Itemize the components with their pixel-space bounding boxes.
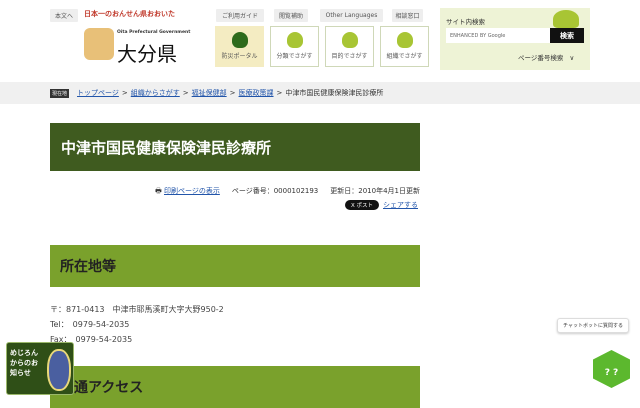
tile-by-organization[interactable]: 組織でさがす [380, 26, 429, 67]
tile-by-purpose[interactable]: 目的でさがす [325, 26, 374, 67]
breadcrumb: 現在地 トップページ > 組織からさがす > 福祉保健部 > 医療政策課 > 中津市国民… [0, 82, 640, 104]
accessibility-link[interactable]: 閲覧補助 [274, 9, 308, 22]
breadcrumb-medical-policy[interactable]: 医療政策課 [239, 88, 274, 98]
section-heading-access: 交通アクセス [50, 366, 420, 408]
mascot-icon [231, 32, 248, 48]
breadcrumb-sep: > [121, 89, 128, 97]
mascot-icon [341, 32, 358, 48]
tel: Tel： 0979-54-2035 [50, 320, 130, 329]
breadcrumb-sep: > [182, 89, 189, 97]
chatbot-icon: ? ? [604, 368, 619, 378]
share-bar: X ポスト シェアする [344, 200, 418, 210]
chatbot-button[interactable]: ? ? [593, 350, 630, 388]
mascot-icon [553, 10, 579, 28]
search-title: サイト内検索 [446, 18, 485, 26]
skip-to-content-link[interactable]: 本文へ [50, 9, 78, 22]
languages-link[interactable]: Other Languages [320, 9, 383, 22]
tile-label: 分類でさがす [276, 53, 313, 60]
tile-disaster-portal[interactable]: 防災ポータル [215, 26, 264, 67]
logo-mascot-icon [84, 28, 114, 60]
mejiron-news-widget[interactable]: めじろんからのお知らせ [6, 342, 74, 395]
mascot-icon [396, 32, 413, 48]
tile-label: 目的でさがす [331, 53, 368, 60]
chevron-down-icon: ∨ [569, 54, 575, 62]
page-number: ページ番号：0000102193 [231, 187, 319, 195]
mascot-icon [286, 32, 303, 48]
tile-by-category[interactable]: 分類でさがす [270, 26, 319, 67]
page-meta: 🖶 印刷ページの表示 ページ番号：0000102193 更新日：2010年4月1… [155, 186, 420, 198]
print-link[interactable]: 印刷ページの表示 [164, 187, 220, 195]
breadcrumb-top[interactable]: トップページ [77, 88, 119, 98]
tile-label: 防災ポータル [221, 53, 258, 60]
page-number-search-toggle[interactable]: ページ番号検索 ∨ [518, 52, 574, 62]
page-number-search-label: ページ番号検索 [518, 54, 564, 62]
section-heading-location: 所在地等 [50, 245, 420, 287]
logo-en: Oita Prefectural Government [117, 30, 191, 35]
chatbot-tooltip: チャットボットに質問する [557, 318, 629, 333]
breadcrumb-organization[interactable]: 組織からさがす [131, 88, 180, 98]
site-search-panel: サイト内検索 ENHANCED BY Google 検索 ページ番号検索 ∨ [440, 8, 590, 70]
breadcrumb-sep: > [229, 89, 236, 97]
slogan: 日本一のおんせん県おおいた [84, 10, 175, 18]
search-button[interactable]: 検索 [550, 28, 584, 43]
breadcrumb-badge: 現在地 [50, 88, 70, 98]
breadcrumb-current: 中津市国民健康保険津民診療所 [285, 89, 384, 97]
share-link[interactable]: シェアする [383, 200, 418, 210]
breadcrumb-welfare[interactable]: 福祉保健部 [192, 88, 227, 98]
page-title: 中津市国民健康保険津民診療所 [50, 123, 420, 171]
x-post-button[interactable]: X ポスト [344, 200, 379, 210]
address: 〒：871-0413 中津市耶馬溪町大字大野950-2 [50, 305, 224, 314]
logo[interactable]: 大分県 [117, 38, 177, 67]
printer-icon: 🖶 [155, 187, 162, 195]
mejiron-label: めじろんからのお知らせ [10, 349, 38, 377]
consultation-link[interactable]: 相談窓口 [392, 9, 423, 22]
search-input[interactable]: ENHANCED BY Google [446, 28, 550, 43]
updated-date: 更新日：2010年4月1日更新 [330, 187, 420, 195]
mejiron-mascot-icon [47, 349, 71, 391]
breadcrumb-sep: > [276, 89, 283, 97]
guide-link[interactable]: ご利用ガイド [216, 9, 264, 22]
tile-label: 組織でさがす [386, 53, 423, 60]
